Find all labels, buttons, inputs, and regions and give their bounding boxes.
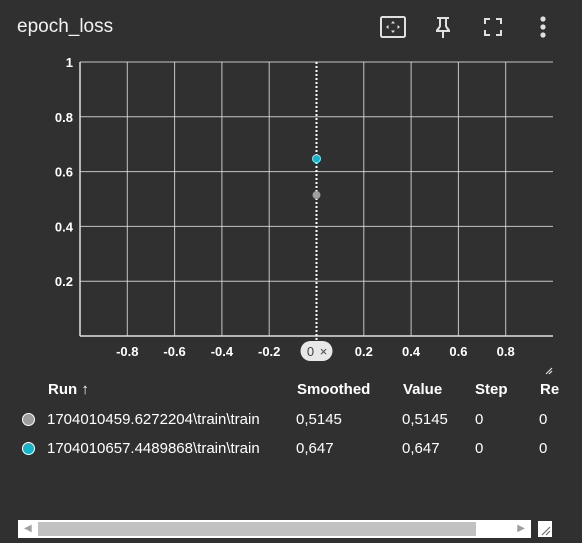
pin-button[interactable] <box>418 12 468 42</box>
x-tick-label: 0.8 <box>497 344 515 359</box>
value-column-header[interactable]: Value <box>403 381 442 398</box>
resize-grip-icon <box>541 526 551 536</box>
step-cell: 0 <box>475 411 484 428</box>
table-row[interactable]: 1704010657.4489868\train\train 0,647 0,6… <box>0 436 582 462</box>
fullscreen-button[interactable] <box>468 12 518 42</box>
y-tick-label: 0.6 <box>55 165 73 180</box>
smoothed-value: 0,5145 <box>296 411 342 428</box>
table-row[interactable]: 1704010459.6272204\train\train 0,5145 0,… <box>0 407 582 433</box>
y-tick-label: 1 <box>66 55 73 70</box>
more-vert-icon <box>540 16 546 38</box>
value-cell: 0,647 <box>402 440 440 457</box>
loss-chart[interactable]: 0.2 0.4 0.6 0.8 1 -0.8 -0.6 -0.4 -0.2 0.2 0.4 0.6 0.… <box>0 52 582 377</box>
chart-title: epoch_loss <box>17 16 114 37</box>
hover-x-chip <box>300 341 333 361</box>
x-tick-label: -0.2 <box>258 344 280 359</box>
more-options-button[interactable] <box>518 12 568 42</box>
x-tick-label: -0.8 <box>116 344 138 359</box>
x-tick-label: -0.6 <box>163 344 185 359</box>
pin-icon <box>436 17 450 38</box>
step-cell: 0 <box>475 440 484 457</box>
scroll-left-arrow-icon[interactable]: ◀ <box>24 522 32 536</box>
y-tick-label: 0.2 <box>55 274 73 289</box>
run-name: 1704010657.4489868\train\train <box>47 440 260 457</box>
resize-handle[interactable] <box>538 521 552 537</box>
close-icon: × <box>320 344 328 359</box>
run-color-dot <box>22 442 35 455</box>
y-tick-label: 0.4 <box>55 219 74 234</box>
relative-cell: 0 <box>539 440 548 457</box>
relative-column-header[interactable]: Re <box>540 381 559 398</box>
x-tick-label: 0.2 <box>355 344 373 359</box>
fit-domain-button[interactable] <box>368 12 418 42</box>
x-tick-label: -0.4 <box>211 344 234 359</box>
scrollbar-thumb[interactable] <box>38 522 476 536</box>
x-tick-label: 0.6 <box>449 344 467 359</box>
relative-cell: 0 <box>539 411 548 428</box>
smoothed-value: 0,647 <box>296 440 334 457</box>
sort-ascending-icon: ↑ <box>81 381 89 398</box>
x-tick-label: 0.4 <box>402 344 421 359</box>
hover-x-label: 0 <box>307 344 314 359</box>
fullscreen-icon <box>484 18 502 36</box>
value-cell: 0,5145 <box>402 411 448 428</box>
run-color-dot <box>22 413 35 426</box>
chart-resize-icon <box>545 367 553 375</box>
run-column-header[interactable]: Run ↑ <box>48 381 89 398</box>
table-horizontal-scrollbar[interactable]: ◀ ▶ <box>18 520 531 538</box>
card-toolbar <box>368 12 568 42</box>
run-header-label: Run <box>48 381 78 398</box>
fit-domain-icon <box>380 16 406 38</box>
step-column-header[interactable]: Step <box>475 381 508 398</box>
smoothed-column-header[interactable]: Smoothed <box>297 381 370 398</box>
data-point <box>312 154 321 164</box>
scroll-right-arrow-icon[interactable]: ▶ <box>517 522 525 536</box>
data-point <box>312 191 321 200</box>
y-tick-label: 0.8 <box>55 110 73 125</box>
run-name: 1704010459.6272204\train\train <box>47 411 260 428</box>
